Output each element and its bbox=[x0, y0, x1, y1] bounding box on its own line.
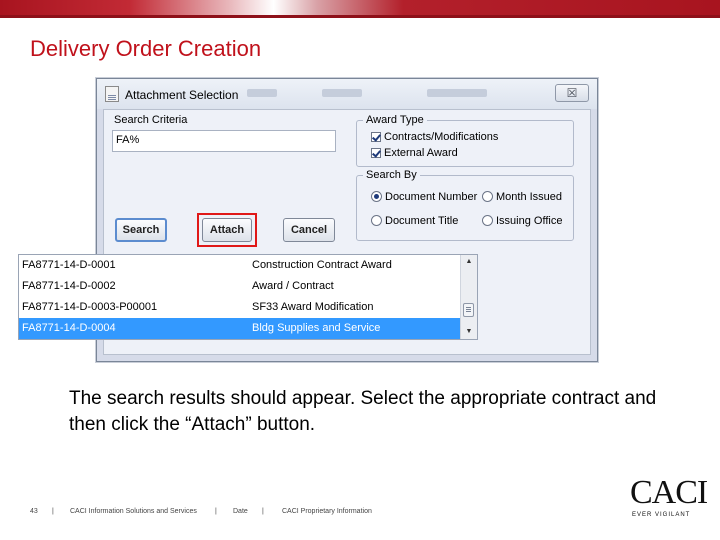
search-by-group: Search By Document Number Month Issued D… bbox=[356, 169, 574, 241]
checkbox-checked-icon bbox=[371, 132, 381, 142]
logo-wordmark: CACI bbox=[630, 474, 708, 511]
footer-separator: | bbox=[215, 508, 217, 515]
header-band bbox=[0, 0, 720, 18]
radio-label: Document Number bbox=[385, 191, 478, 203]
application-icon bbox=[105, 86, 119, 102]
search-button[interactable]: Search bbox=[115, 218, 167, 242]
footer-separator: | bbox=[262, 508, 264, 515]
external-award-checkbox[interactable]: External Award bbox=[371, 147, 458, 159]
result-document-number: FA8771-14-D-0002 bbox=[22, 280, 116, 292]
radio-label: Document Title bbox=[385, 215, 459, 227]
results-scrollbar[interactable]: ▲ ▼ bbox=[460, 255, 477, 339]
radio-issuing-office[interactable]: Issuing Office bbox=[482, 215, 562, 227]
radio-month-issued[interactable]: Month Issued bbox=[482, 191, 562, 203]
close-button[interactable]: ☒ bbox=[555, 84, 589, 102]
result-document-number: FA8771-14-D-0003-P00001 bbox=[22, 301, 158, 313]
background-window-ghost bbox=[247, 89, 277, 97]
cancel-button[interactable]: Cancel bbox=[283, 218, 335, 242]
search-results-list[interactable]: FA8771-14-D-0001 Construction Contract A… bbox=[18, 254, 478, 340]
radio-document-number[interactable]: Document Number bbox=[371, 191, 477, 203]
background-window-ghost bbox=[322, 89, 362, 97]
instruction-text: The search results should appear. Select… bbox=[69, 388, 657, 435]
caci-logo: CACI EVER VIGILANT bbox=[630, 474, 708, 524]
scroll-down-arrow-icon[interactable]: ▼ bbox=[461, 325, 477, 339]
search-criteria-input[interactable]: FA% bbox=[112, 130, 336, 152]
logo-tagline: EVER VIGILANT bbox=[632, 512, 691, 518]
result-document-number: FA8771-14-D-0004 bbox=[22, 322, 116, 334]
footer-company: CACI Information Solutions and Services bbox=[70, 508, 197, 515]
result-document-number: FA8771-14-D-0001 bbox=[22, 259, 116, 271]
page-number: 43 bbox=[30, 508, 38, 515]
close-icon: ☒ bbox=[566, 86, 578, 100]
scroll-up-arrow-icon[interactable]: ▲ bbox=[461, 255, 477, 269]
result-row[interactable]: FA8771-14-D-0003-P00001 SF33 Award Modif… bbox=[19, 297, 460, 318]
result-row-selected[interactable]: FA8771-14-D-0004 Bldg Supplies and Servi… bbox=[19, 318, 460, 339]
radio-label: Month Issued bbox=[496, 191, 563, 203]
radio-label: Issuing Office bbox=[496, 215, 563, 227]
radio-selected-icon bbox=[371, 191, 382, 202]
scroll-thumb[interactable] bbox=[463, 303, 474, 317]
radio-unselected-icon bbox=[482, 215, 493, 226]
award-type-title: Award Type bbox=[363, 114, 427, 126]
result-row[interactable]: FA8771-14-D-0002 Award / Contract bbox=[19, 276, 460, 297]
attach-highlight-box bbox=[197, 213, 257, 247]
result-document-title: Award / Contract bbox=[252, 280, 334, 292]
dialog-title: Attachment Selection bbox=[125, 88, 239, 102]
checkbox-checked-icon bbox=[371, 148, 381, 158]
award-type-group: Award Type Contracts/Modifications Exter… bbox=[356, 114, 574, 167]
search-by-title: Search By bbox=[363, 169, 420, 181]
checkbox-label: External Award bbox=[384, 147, 458, 159]
background-window-ghost bbox=[427, 89, 487, 97]
result-document-title: Bldg Supplies and Service bbox=[252, 322, 381, 334]
result-document-title: SF33 Award Modification bbox=[252, 301, 374, 313]
dialog-titlebar[interactable]: Attachment Selection ☒ bbox=[97, 79, 597, 109]
radio-unselected-icon bbox=[482, 191, 493, 202]
radio-unselected-icon bbox=[371, 215, 382, 226]
footer-proprietary: CACI Proprietary Information bbox=[282, 508, 372, 515]
checkbox-label: Contracts/Modifications bbox=[384, 131, 499, 143]
footer-separator: | bbox=[52, 508, 54, 515]
result-row[interactable]: FA8771-14-D-0001 Construction Contract A… bbox=[19, 255, 460, 276]
slide-title: Delivery Order Creation bbox=[30, 36, 262, 61]
radio-document-title[interactable]: Document Title bbox=[371, 215, 458, 227]
search-criteria-label: Search Criteria bbox=[114, 114, 188, 126]
footer-date: Date bbox=[233, 508, 248, 515]
contracts-modifications-checkbox[interactable]: Contracts/Modifications bbox=[371, 131, 498, 143]
result-document-title: Construction Contract Award bbox=[252, 259, 392, 271]
